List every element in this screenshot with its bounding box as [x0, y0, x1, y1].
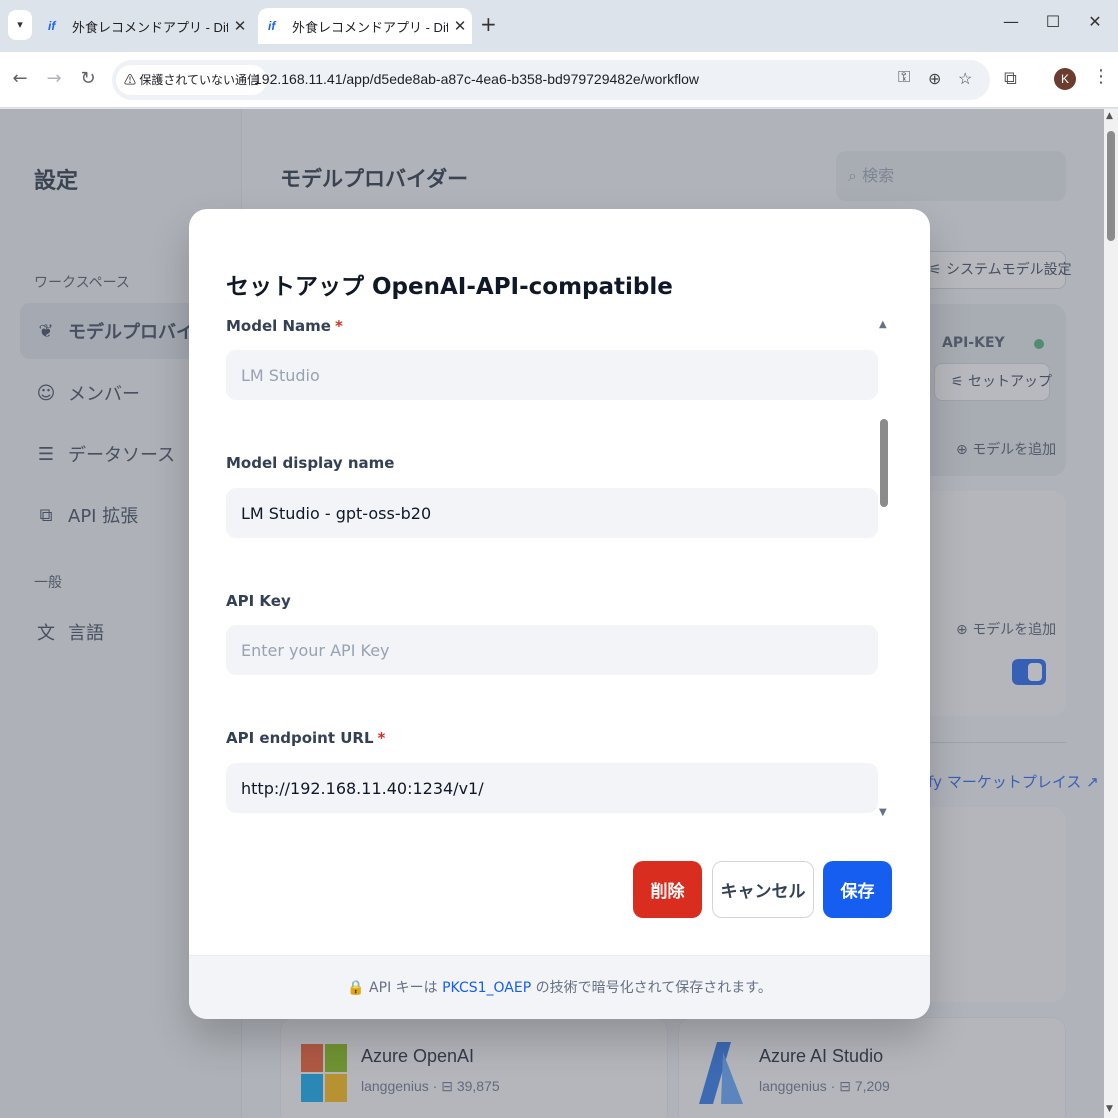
api-key-label: API Key — [226, 592, 291, 610]
pkcs-link[interactable]: PKCS1_OAEP — [442, 980, 531, 996]
scroll-down-icon[interactable]: ▼ — [879, 807, 887, 818]
delete-button[interactable]: 削除 — [633, 861, 702, 918]
minimize-icon: — — [1003, 12, 1019, 31]
scrollbar-thumb[interactable] — [880, 419, 888, 507]
cancel-button[interactable]: キャンセル — [712, 861, 814, 918]
close-icon[interactable]: ✕ — [448, 17, 472, 35]
browser-tab-bar: ▾ if 外食レコメンドアプリ - Dify ✕ if 外食レコメンドアプリ -… — [0, 0, 1118, 52]
tab-search-menu[interactable]: ▾ — [8, 10, 32, 40]
scrollbar-thumb[interactable] — [1107, 131, 1115, 241]
page-scrollbar[interactable]: ▲ ▼ — [1104, 109, 1118, 1118]
key-icon[interactable]: ⚿ — [898, 69, 910, 87]
api-endpoint-url-input[interactable] — [226, 763, 878, 813]
forward-button[interactable]: → — [42, 68, 66, 89]
lock-icon: 🔒 — [347, 980, 365, 996]
extensions-icon[interactable]: ⧉ — [1004, 68, 1017, 89]
maximize-button[interactable]: ☐ — [1038, 12, 1068, 31]
plus-icon: + — [480, 12, 497, 36]
browser-toolbar: ← → ↻ ⚠ 保護されていない通信 192.168.11.41/app/d5e… — [0, 52, 1118, 108]
reload-button[interactable]: ↻ — [76, 68, 100, 89]
browser-tab-2-active[interactable]: if 外食レコメンドアプリ - Dify ✕ — [258, 8, 472, 44]
save-button[interactable]: 保存 — [823, 861, 892, 918]
modal-title: セットアップ OpenAI-API-compatible — [226, 274, 673, 300]
form-scrollbar[interactable]: ▲ ▼ — [879, 319, 889, 819]
arrow-right-icon: → — [46, 68, 62, 89]
tab-title: 外食レコメンドアプリ - Dify — [72, 19, 228, 35]
close-window-button[interactable]: ✕ — [1080, 12, 1110, 31]
model-display-name-label: Model display name — [226, 454, 395, 472]
scroll-down-icon[interactable]: ▼ — [1106, 1104, 1113, 1114]
encryption-notice: 🔒 API キーは PKCS1_OAEP の技術で暗号化されて保存されます。 — [189, 955, 930, 1019]
zoom-icon[interactable]: ⊕ — [928, 69, 941, 89]
notice-prefix: API キーは — [369, 980, 438, 996]
scroll-up-icon[interactable]: ▲ — [1106, 111, 1113, 121]
chevron-down-icon: ▾ — [17, 18, 23, 31]
close-icon: ✕ — [1088, 12, 1102, 31]
arrow-left-icon: ← — [12, 68, 28, 89]
url-text[interactable]: 192.168.11.41/app/d5ede8ab-a87c-4ea6-b35… — [254, 71, 699, 87]
tab-title: 外食レコメンドアプリ - Dify — [292, 19, 448, 35]
security-label: 保護されていない通信 — [139, 73, 260, 87]
warning-icon: ⚠ — [124, 73, 137, 87]
new-tab-button[interactable]: + — [480, 12, 497, 36]
model-name-input[interactable] — [226, 350, 878, 400]
scroll-up-icon[interactable]: ▲ — [879, 319, 887, 330]
dify-favicon-icon: if — [268, 19, 276, 33]
address-bar[interactable]: ⚠ 保護されていない通信 192.168.11.41/app/d5ede8ab-… — [112, 60, 990, 100]
reload-icon: ↻ — [80, 68, 96, 89]
profile-avatar[interactable]: K — [1054, 68, 1076, 90]
back-button[interactable]: ← — [8, 68, 32, 89]
api-endpoint-url-label: API endpoint URL * — [226, 729, 386, 747]
more-menu-icon[interactable]: ⋮ — [1092, 66, 1110, 87]
close-icon[interactable]: ✕ — [228, 17, 252, 35]
browser-tab-1[interactable]: if 外食レコメンドアプリ - Dify ✕ — [38, 8, 252, 44]
model-display-name-input[interactable] — [226, 488, 878, 538]
credential-form: Model Name* Model display name API Key A… — [226, 309, 890, 817]
security-chip[interactable]: ⚠ 保護されていない通信 — [116, 65, 268, 95]
dify-favicon-icon: if — [48, 19, 56, 33]
maximize-icon: ☐ — [1045, 12, 1061, 31]
api-key-input[interactable] — [226, 625, 878, 675]
notice-suffix: の技術で暗号化されて保存されます。 — [535, 980, 772, 996]
minimize-button[interactable]: — — [996, 12, 1026, 31]
star-icon[interactable]: ☆ — [958, 69, 972, 89]
model-name-label: Model Name * — [226, 317, 343, 335]
setup-provider-modal: セットアップ OpenAI-API-compatible Model Name *… — [189, 209, 930, 1019]
